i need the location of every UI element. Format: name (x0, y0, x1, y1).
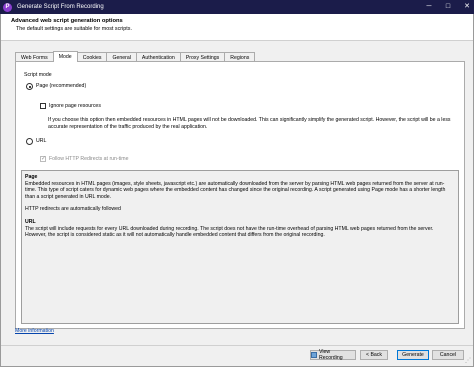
window-title: Generate Script From Recording (17, 4, 104, 10)
cancel-button[interactable]: Cancel (432, 350, 464, 360)
maximize-button[interactable]: □ (443, 3, 453, 10)
info-page-text: Embedded resources in HTML pages (images… (25, 180, 446, 200)
mode-tab-panel: Script mode Page (recommended) Ignore pa… (15, 61, 465, 329)
close-button[interactable]: ✕ (462, 2, 472, 10)
dialog-header: Advanced web script generation options T… (1, 14, 473, 41)
header-title: Advanced web script generation options (11, 18, 123, 24)
url-mode-radio[interactable] (26, 138, 33, 145)
page-mode-radio[interactable] (26, 83, 33, 90)
mode-info-box: Page Embedded resources in HTML pages (i… (21, 170, 459, 324)
script-mode-label: Script mode (24, 72, 52, 78)
follow-redirects-checkbox[interactable] (40, 155, 46, 162)
resize-grip-icon[interactable]: ⋰ (465, 357, 471, 364)
view-recording-label: View Recording (318, 349, 343, 361)
header-subtitle: The default settings are suitable for mo… (16, 26, 132, 32)
view-recording-button[interactable]: View Recording (310, 349, 356, 361)
page-mode-description: If you choose this option then embedded … (48, 117, 451, 130)
footer-divider (1, 345, 473, 346)
ignore-page-resources-checkbox[interactable] (40, 103, 46, 109)
dialog-window: Advanced web script generation options T… (0, 14, 474, 367)
minimize-button[interactable]: ─ (424, 3, 434, 10)
recording-icon (311, 352, 317, 358)
generate-button[interactable]: Generate (397, 350, 429, 360)
follow-redirects-label[interactable]: Follow HTTP Redirects at run-time (49, 156, 128, 162)
url-mode-label[interactable]: URL (36, 138, 46, 144)
info-url-heading: URL (25, 218, 36, 225)
ignore-page-resources-label[interactable]: Ignore page resources (49, 103, 101, 109)
tab-mode[interactable]: Mode (52, 51, 78, 62)
app-logo-icon: P (3, 2, 12, 12)
info-page-heading: Page (25, 174, 38, 180)
page-mode-label[interactable]: Page (recommended) (36, 83, 86, 89)
more-information-link[interactable]: More information (15, 328, 54, 334)
info-redirects-text: HTTP redirects are automatically followe… (25, 206, 121, 213)
title-bar: P Generate Script From Recording ─ □ ✕ (0, 0, 474, 14)
info-url-text: The script will include requests for eve… (25, 225, 434, 239)
back-button[interactable]: < Back (360, 350, 388, 360)
